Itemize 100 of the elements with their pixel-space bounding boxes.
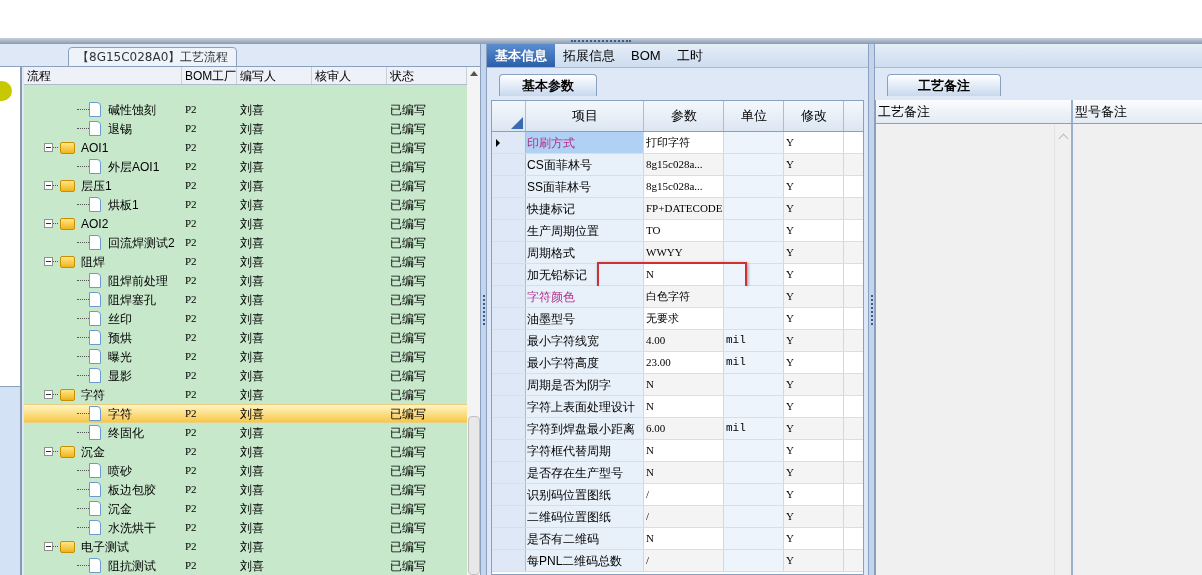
- table-cell[interactable]: Y: [784, 396, 844, 417]
- row-header[interactable]: [492, 506, 526, 527]
- row-header[interactable]: [492, 374, 526, 395]
- row-header[interactable]: [492, 176, 526, 197]
- row-header[interactable]: [492, 396, 526, 417]
- tree-label[interactable]: 碱性蚀刻: [108, 100, 156, 119]
- splitter-handle-icon[interactable]: [870, 294, 873, 325]
- table-cell[interactable]: 是否有二维码: [526, 528, 644, 549]
- table-cell[interactable]: Y: [784, 528, 844, 549]
- column-header[interactable]: BOM工厂: [182, 67, 237, 84]
- tree-label[interactable]: 曝光: [108, 347, 132, 366]
- row-header[interactable]: [492, 484, 526, 505]
- table-cell[interactable]: Y: [784, 418, 844, 439]
- tree-row[interactable]: 退锡 P2 刘喜 已编写: [24, 119, 467, 138]
- table-cell[interactable]: 23.00: [644, 352, 724, 373]
- table-cell[interactable]: Y: [784, 286, 844, 307]
- collapse-icon[interactable]: [44, 257, 53, 266]
- table-cell[interactable]: /: [644, 484, 724, 505]
- table-cell[interactable]: Y: [784, 506, 844, 527]
- tree-row[interactable]: 烘板1 P2 刘喜 已编写: [24, 195, 467, 214]
- table-cell[interactable]: 二维码位置图纸: [526, 506, 644, 527]
- table-cell[interactable]: Y: [784, 484, 844, 505]
- table-cell[interactable]: 周期格式: [526, 242, 644, 263]
- tree-label[interactable]: 阻抗测试: [108, 556, 156, 575]
- tree-row[interactable]: 显影 P2 刘喜 已编写: [24, 366, 467, 385]
- table-cell[interactable]: N: [644, 374, 724, 395]
- splitter-handle-icon[interactable]: [571, 38, 631, 42]
- column-header[interactable]: 流程: [24, 67, 182, 84]
- table-cell[interactable]: 字符框代替周期: [526, 440, 644, 461]
- row-header[interactable]: [492, 550, 526, 571]
- row-header[interactable]: [492, 132, 526, 153]
- table-cell[interactable]: N: [644, 396, 724, 417]
- table-cell[interactable]: Y: [784, 462, 844, 483]
- tree-row[interactable]: 阻焊 P2 刘喜 已编写: [24, 252, 467, 271]
- tree-label[interactable]: 丝印: [108, 309, 132, 328]
- row-header[interactable]: [492, 440, 526, 461]
- table-cell[interactable]: 每PNL二维码总数: [526, 550, 644, 571]
- row-header[interactable]: [492, 286, 526, 307]
- tree-label[interactable]: 退锡: [108, 119, 132, 138]
- table-cell[interactable]: 油墨型号: [526, 308, 644, 329]
- tree-label[interactable]: 回流焊测试2: [108, 233, 175, 252]
- table-cell[interactable]: 是否存在生产型号: [526, 462, 644, 483]
- tree-label[interactable]: 板边包胶: [108, 480, 156, 499]
- table-cell[interactable]: 无要求: [644, 308, 724, 329]
- collapse-icon[interactable]: [44, 390, 53, 399]
- table-cell[interactable]: Y: [784, 440, 844, 461]
- table-cell[interactable]: Y: [784, 308, 844, 329]
- table-cell[interactable]: N: [644, 440, 724, 461]
- table-cell[interactable]: 快捷标记: [526, 198, 644, 219]
- tree-label[interactable]: 预烘: [108, 328, 132, 347]
- tree-row[interactable]: 层压1 P2 刘喜 已编写: [24, 176, 467, 195]
- tree-label[interactable]: 烘板1: [108, 195, 139, 214]
- table-cell[interactable]: N: [644, 462, 724, 483]
- tree-row[interactable]: 喷砂 P2 刘喜 已编写: [24, 461, 467, 480]
- row-header[interactable]: [492, 308, 526, 329]
- tree-row[interactable]: 外层AOI1 P2 刘喜 已编写: [24, 157, 467, 176]
- tree-label[interactable]: 喷砂: [108, 461, 132, 480]
- table-cell[interactable]: WWYY: [644, 242, 724, 263]
- tree-label[interactable]: 显影: [108, 366, 132, 385]
- table-cell[interactable]: N: [644, 528, 724, 549]
- scrollbar-thumb[interactable]: [467, 416, 480, 575]
- tree-row[interactable]: 水洗烘干 P2 刘喜 已编写: [24, 518, 467, 537]
- splitter-handle-icon[interactable]: [482, 294, 485, 325]
- table-cell[interactable]: Y: [784, 264, 844, 285]
- column-header[interactable]: 项目: [526, 101, 644, 131]
- tree-row[interactable]: 终固化 P2 刘喜 已编写: [24, 423, 467, 442]
- tree-row[interactable]: 沉金 P2 刘喜 已编写: [24, 499, 467, 518]
- collapse-icon[interactable]: [44, 219, 53, 228]
- tree-label[interactable]: 水洗烘干: [108, 518, 156, 537]
- tree-row[interactable]: 字符 P2 刘喜 已编写: [24, 404, 467, 423]
- table-cell[interactable]: /: [644, 506, 724, 527]
- tab[interactable]: BOM: [623, 44, 669, 67]
- table-cell[interactable]: 加无铅标记: [526, 264, 644, 285]
- tree-row[interactable]: AOI2 P2 刘喜 已编写: [24, 214, 467, 233]
- table-cell[interactable]: N: [644, 264, 724, 285]
- table-cell[interactable]: Y: [784, 176, 844, 197]
- column-header[interactable]: 核审人: [312, 67, 387, 84]
- tree-label[interactable]: 沉金: [81, 442, 105, 461]
- tree-label[interactable]: 阻焊塞孔: [108, 290, 156, 309]
- tree-label[interactable]: 终固化: [108, 423, 144, 442]
- table-cell[interactable]: 周期是否为阴字: [526, 374, 644, 395]
- tree-row[interactable]: 曝光 P2 刘喜 已编写: [24, 347, 467, 366]
- tree-label[interactable]: AOI2: [81, 214, 109, 233]
- collapse-icon[interactable]: [44, 447, 53, 456]
- column-header[interactable]: 单位: [724, 101, 784, 131]
- row-header[interactable]: [492, 198, 526, 219]
- table-cell[interactable]: Y: [784, 374, 844, 395]
- row-header[interactable]: [492, 352, 526, 373]
- tree-row[interactable]: 字符 P2 刘喜 已编写: [24, 385, 467, 404]
- table-cell[interactable]: FP+DATECODE: [644, 198, 724, 219]
- table-cell[interactable]: 识别码位置图纸: [526, 484, 644, 505]
- tab[interactable]: 基本参数: [499, 74, 597, 96]
- table-cell[interactable]: Y: [784, 550, 844, 571]
- tree-label[interactable]: 字符: [108, 404, 132, 423]
- table-cell[interactable]: SS面菲林号: [526, 176, 644, 197]
- tab[interactable]: 拓展信息: [555, 44, 623, 67]
- table-cell[interactable]: 8g15c028a...: [644, 154, 724, 175]
- tree-row[interactable]: 回流焊测试2 P2 刘喜 已编写: [24, 233, 467, 252]
- tree-row[interactable]: 碱性蚀刻 P2 刘喜 已编写: [24, 100, 467, 119]
- table-cell[interactable]: 最小字符高度: [526, 352, 644, 373]
